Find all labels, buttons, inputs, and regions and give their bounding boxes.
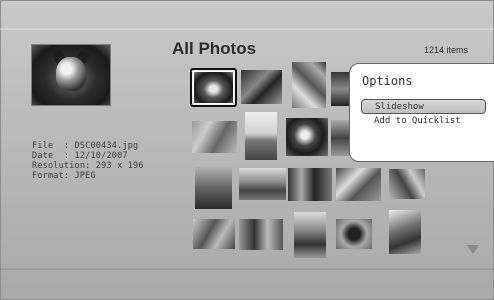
top-band: [0, 28, 494, 30]
photo-thumb[interactable]: [193, 219, 235, 249]
photo-thumb[interactable]: [239, 219, 283, 250]
file-date: Date : 12/10/2007: [32, 151, 128, 161]
bottom-band: [0, 268, 494, 270]
file-format: Format: JPEG: [32, 171, 96, 181]
options-heading: Options: [362, 74, 413, 88]
photo-thumb[interactable]: [192, 121, 237, 153]
selected-photo-preview: [31, 44, 111, 106]
page-title: All Photos: [172, 39, 257, 58]
item-count: 1214 items: [424, 45, 469, 55]
photo-thumb[interactable]: [286, 118, 328, 156]
scroll-down-arrow-icon[interactable]: [467, 245, 479, 254]
photo-thumb[interactable]: [336, 219, 372, 249]
photo-thumb[interactable]: [241, 70, 282, 104]
menu-item-add-to-quicklist[interactable]: Add to Quicklist: [361, 114, 486, 129]
photo-thumb[interactable]: [331, 72, 349, 106]
photo-thumb[interactable]: [190, 68, 237, 107]
photo-thumb[interactable]: [239, 168, 286, 200]
dog-face: [56, 57, 86, 91]
file-name: File : DSC00434.jpg: [32, 141, 139, 151]
file-resolution: Resolution: 293 x 196: [32, 161, 144, 171]
photo-thumb[interactable]: [331, 120, 349, 156]
photo-thumb[interactable]: [389, 169, 425, 199]
photo-thumb[interactable]: [195, 165, 232, 209]
photo-thumb[interactable]: [336, 168, 381, 201]
options-menu: Options Slideshow Add to Quicklist: [349, 63, 494, 162]
photo-thumb[interactable]: [245, 112, 277, 160]
photo-info: File : DSC00434.jpg Date : 12/10/2007 Re…: [32, 141, 144, 181]
photo-thumb[interactable]: [294, 212, 326, 258]
menu-item-slideshow[interactable]: Slideshow: [361, 99, 486, 114]
photo-thumb[interactable]: [292, 62, 326, 108]
photo-thumb[interactable]: [288, 168, 332, 201]
photo-thumb[interactable]: [389, 210, 421, 254]
